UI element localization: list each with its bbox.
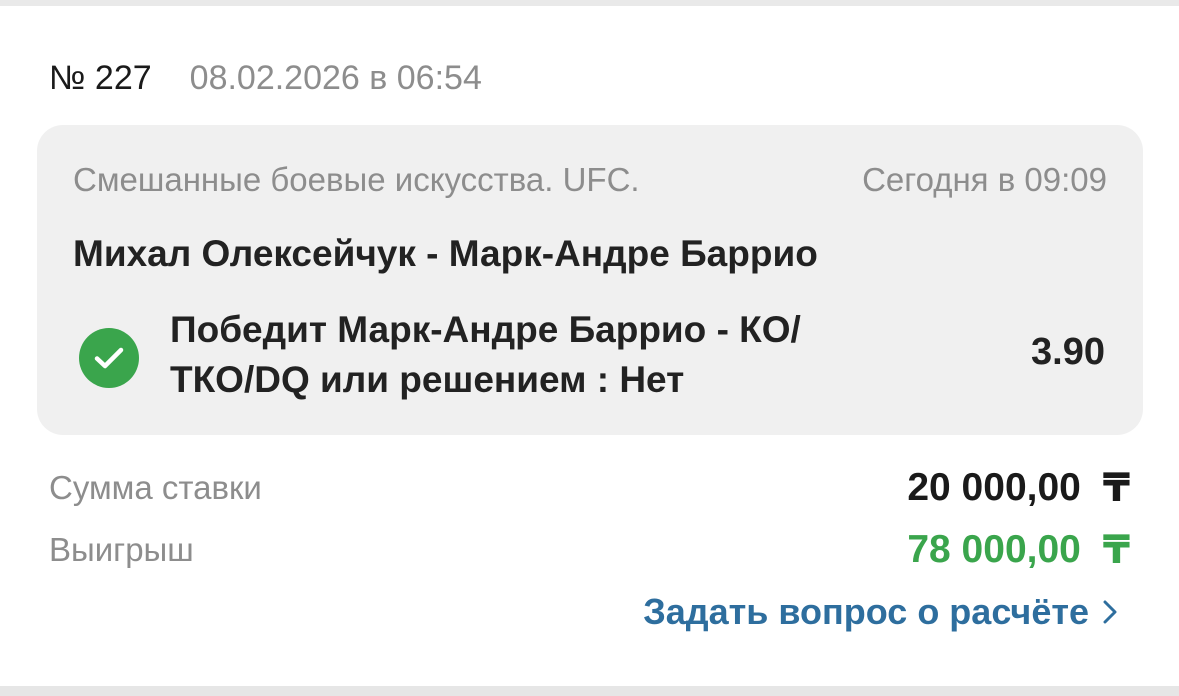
event-start-time: Сегодня в 09:09 bbox=[862, 161, 1107, 198]
win-value: 78 000,00 bbox=[907, 528, 1081, 571]
top-divider bbox=[0, 0, 1179, 6]
bet-outcome: Победит Марк-Андре Баррио - КО/ ТКО/DQ и… bbox=[170, 309, 801, 400]
currency-symbol: ₸ bbox=[1102, 528, 1130, 572]
bet-odds: 3.90 bbox=[1031, 331, 1105, 373]
stake-amount: 20 000,00 ₸ bbox=[907, 466, 1130, 511]
win-amount: 78 000,00 ₸ bbox=[907, 528, 1130, 573]
currency-symbol: ₸ bbox=[1102, 466, 1130, 510]
event-card: Смешанные боевые искусства. UFC. Сегодня… bbox=[37, 125, 1143, 435]
win-label: Выигрыш bbox=[49, 531, 194, 568]
ask-settlement-question-label: Задать вопрос о расчёте bbox=[643, 591, 1089, 632]
stake-value: 20 000,00 bbox=[907, 466, 1081, 509]
event-meta: Смешанные боевые искусства. UFC. Сегодня… bbox=[73, 161, 1107, 199]
bottom-divider bbox=[0, 686, 1179, 696]
check-circle-icon bbox=[79, 328, 139, 388]
event-title: Михал Олексейчук - Марк-Андре Баррио bbox=[73, 233, 818, 274]
event-category: Смешанные боевые искусства. UFC. bbox=[73, 161, 640, 198]
ask-settlement-question-link[interactable]: Задать вопрос о расчёте bbox=[643, 586, 1117, 638]
bet-header: № 227 08.02.2026 в 06:54 bbox=[49, 56, 482, 100]
stake-label: Сумма ставки bbox=[49, 469, 262, 506]
win-row: Выигрыш 78 000,00 ₸ bbox=[49, 524, 1130, 576]
bet-number: № 227 bbox=[49, 58, 152, 97]
stake-row: Сумма ставки 20 000,00 ₸ bbox=[49, 462, 1130, 514]
chevron-right-icon bbox=[1103, 600, 1117, 624]
bet-datetime: 08.02.2026 в 06:54 bbox=[189, 58, 482, 97]
